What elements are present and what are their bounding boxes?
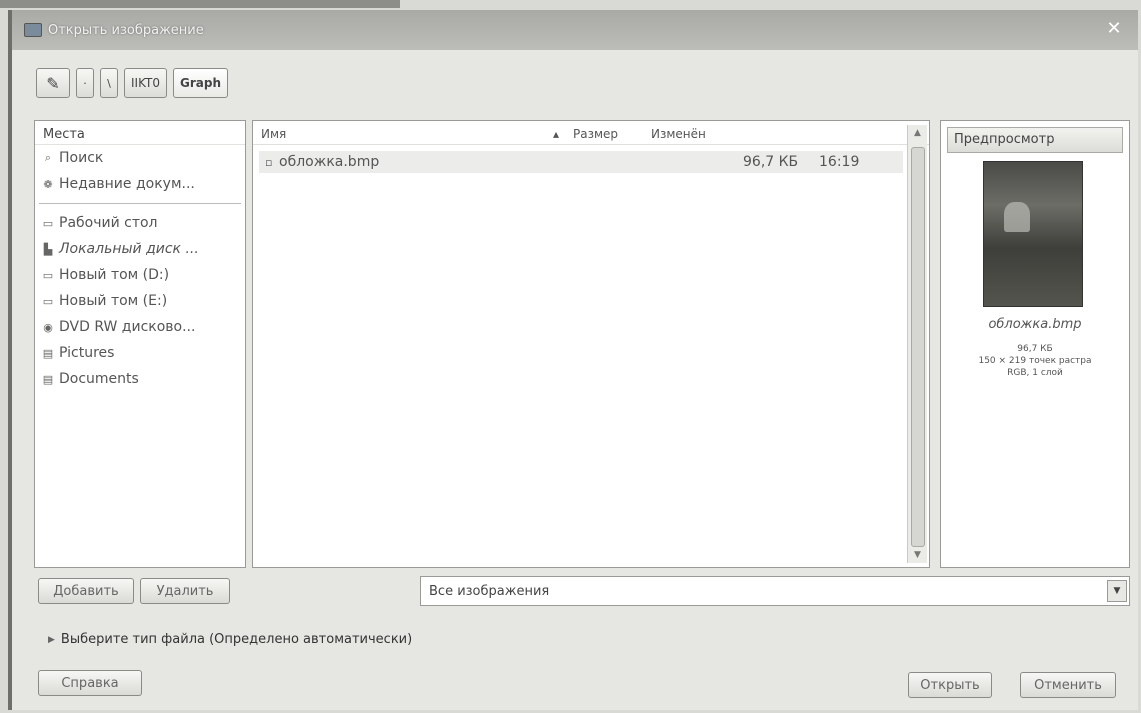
help-button[interactable]: Справка xyxy=(38,670,142,696)
file-filter-value: Все изображения xyxy=(429,584,550,599)
expander-arrow-icon: ▶ xyxy=(48,634,55,645)
place-search[interactable]: ⌕ Поиск xyxy=(35,145,245,171)
place-label: Локальный диск ... xyxy=(59,241,199,257)
scroll-up-icon[interactable]: ▲ xyxy=(908,125,927,141)
path-folder-button[interactable]: IIKT0 xyxy=(124,68,167,98)
dvd-icon: ◉ xyxy=(43,320,53,334)
scroll-down-icon[interactable]: ▼ xyxy=(908,547,927,563)
column-name-header[interactable]: Имя xyxy=(261,127,286,141)
search-icon: ⌕ xyxy=(44,151,52,164)
place-drive-d[interactable]: ▭ Новый том (D:) xyxy=(35,262,245,288)
places-divider xyxy=(39,203,241,204)
file-list-header: Имя ▴ Размер Изменён xyxy=(253,121,929,145)
path-root-button[interactable]: \ xyxy=(100,68,118,98)
open-button[interactable]: Открыть xyxy=(908,672,992,698)
path-current-folder-button[interactable]: Graph xyxy=(172,68,228,98)
column-size-header[interactable]: Размер xyxy=(573,127,618,141)
path-scroll-button[interactable]: · xyxy=(76,68,94,98)
remove-bookmark-button[interactable]: Удалить xyxy=(140,578,230,604)
place-label: DVD RW дисково... xyxy=(59,319,196,335)
file-type-label: Выберите тип файла (Определено автоматич… xyxy=(60,632,413,647)
preview-thumbnail xyxy=(983,161,1083,307)
preview-panel: Предпросмотр обложка.bmp 96,7 КБ 150 × 2… xyxy=(940,120,1130,568)
file-list-scrollbar[interactable]: ▲ ▼ xyxy=(907,125,927,563)
add-bookmark-button[interactable]: Добавить xyxy=(38,578,134,604)
preview-mode: RGB, 1 слой xyxy=(1007,368,1063,378)
preview-info: 96,7 КБ 150 × 219 точек растра RGB, 1 сл… xyxy=(941,343,1129,379)
file-row[interactable]: ▫ обложка.bmp 96,7 КБ 16:19 xyxy=(259,151,903,173)
edit-path-icon[interactable]: ✎ xyxy=(36,68,70,98)
place-label: Новый том (E:) xyxy=(59,293,168,309)
place-drive-e[interactable]: ▭ Новый том (E:) xyxy=(35,288,245,314)
app-icon xyxy=(24,23,42,37)
column-modified-header[interactable]: Изменён xyxy=(651,127,706,141)
sort-arrow-icon: ▴ xyxy=(553,127,560,141)
place-label: Поиск xyxy=(59,150,104,166)
place-documents[interactable]: ▤ Documents xyxy=(35,366,245,392)
preview-dimensions: 150 × 219 точек растра xyxy=(978,356,1092,366)
window-title: Открыть изображение xyxy=(48,22,204,38)
place-label: Недавние докум... xyxy=(59,176,195,192)
place-recent[interactable]: ❁ Недавние докум... xyxy=(35,171,245,197)
places-header[interactable]: Места xyxy=(35,121,245,145)
folder-icon: ▤ xyxy=(42,346,54,360)
preview-size: 96,7 КБ xyxy=(1017,344,1053,354)
place-local-disk[interactable]: ▙ Локальный диск ... xyxy=(35,236,245,262)
places-panel: Места ⌕ Поиск ❁ Недавние докум... ▭ Рабо… xyxy=(34,120,246,568)
open-image-dialog: Открыть изображение ✕ ✎ · \ IIKT0 Graph … xyxy=(8,10,1138,710)
file-filter-select[interactable]: Все изображения ▼ xyxy=(420,576,1130,606)
scrollbar-thumb[interactable] xyxy=(911,147,925,547)
file-modified: 16:19 xyxy=(819,154,860,170)
path-bar: ✎ · \ IIKT0 Graph xyxy=(36,68,228,98)
file-type-expander[interactable]: ▶ Выберите тип файла (Определено автомат… xyxy=(48,632,412,647)
place-label: Pictures xyxy=(59,345,115,361)
disk-icon: ▙ xyxy=(43,242,53,256)
recent-icon: ❁ xyxy=(43,177,53,191)
place-label: Новый том (D:) xyxy=(59,267,170,283)
close-icon[interactable]: ✕ xyxy=(1102,18,1126,40)
cancel-button[interactable]: Отменить xyxy=(1020,672,1116,698)
preview-header[interactable]: Предпросмотр xyxy=(947,127,1123,153)
file-name: обложка.bmp xyxy=(279,154,380,170)
chevron-down-icon[interactable]: ▼ xyxy=(1107,580,1127,602)
background-strip xyxy=(0,0,400,8)
place-desktop[interactable]: ▭ Рабочий стол xyxy=(35,210,245,236)
image-file-icon: ▫ xyxy=(265,156,273,169)
preview-filename: обложка.bmp xyxy=(988,317,1082,332)
place-dvd[interactable]: ◉ DVD RW дисково... xyxy=(35,314,245,340)
desktop-icon: ▭ xyxy=(42,216,54,230)
place-pictures[interactable]: ▤ Pictures xyxy=(35,340,245,366)
folder-icon: ▤ xyxy=(42,372,54,386)
title-bar[interactable]: Открыть изображение ✕ xyxy=(12,10,1138,50)
drive-icon: ▭ xyxy=(42,268,54,282)
place-label: Documents xyxy=(59,371,139,387)
file-size: 96,7 КБ xyxy=(743,154,799,170)
file-list: Имя ▴ Размер Изменён ▫ обложка.bmp 96,7 … xyxy=(252,120,930,568)
place-label: Рабочий стол xyxy=(59,215,158,231)
drive-icon: ▭ xyxy=(42,294,54,308)
